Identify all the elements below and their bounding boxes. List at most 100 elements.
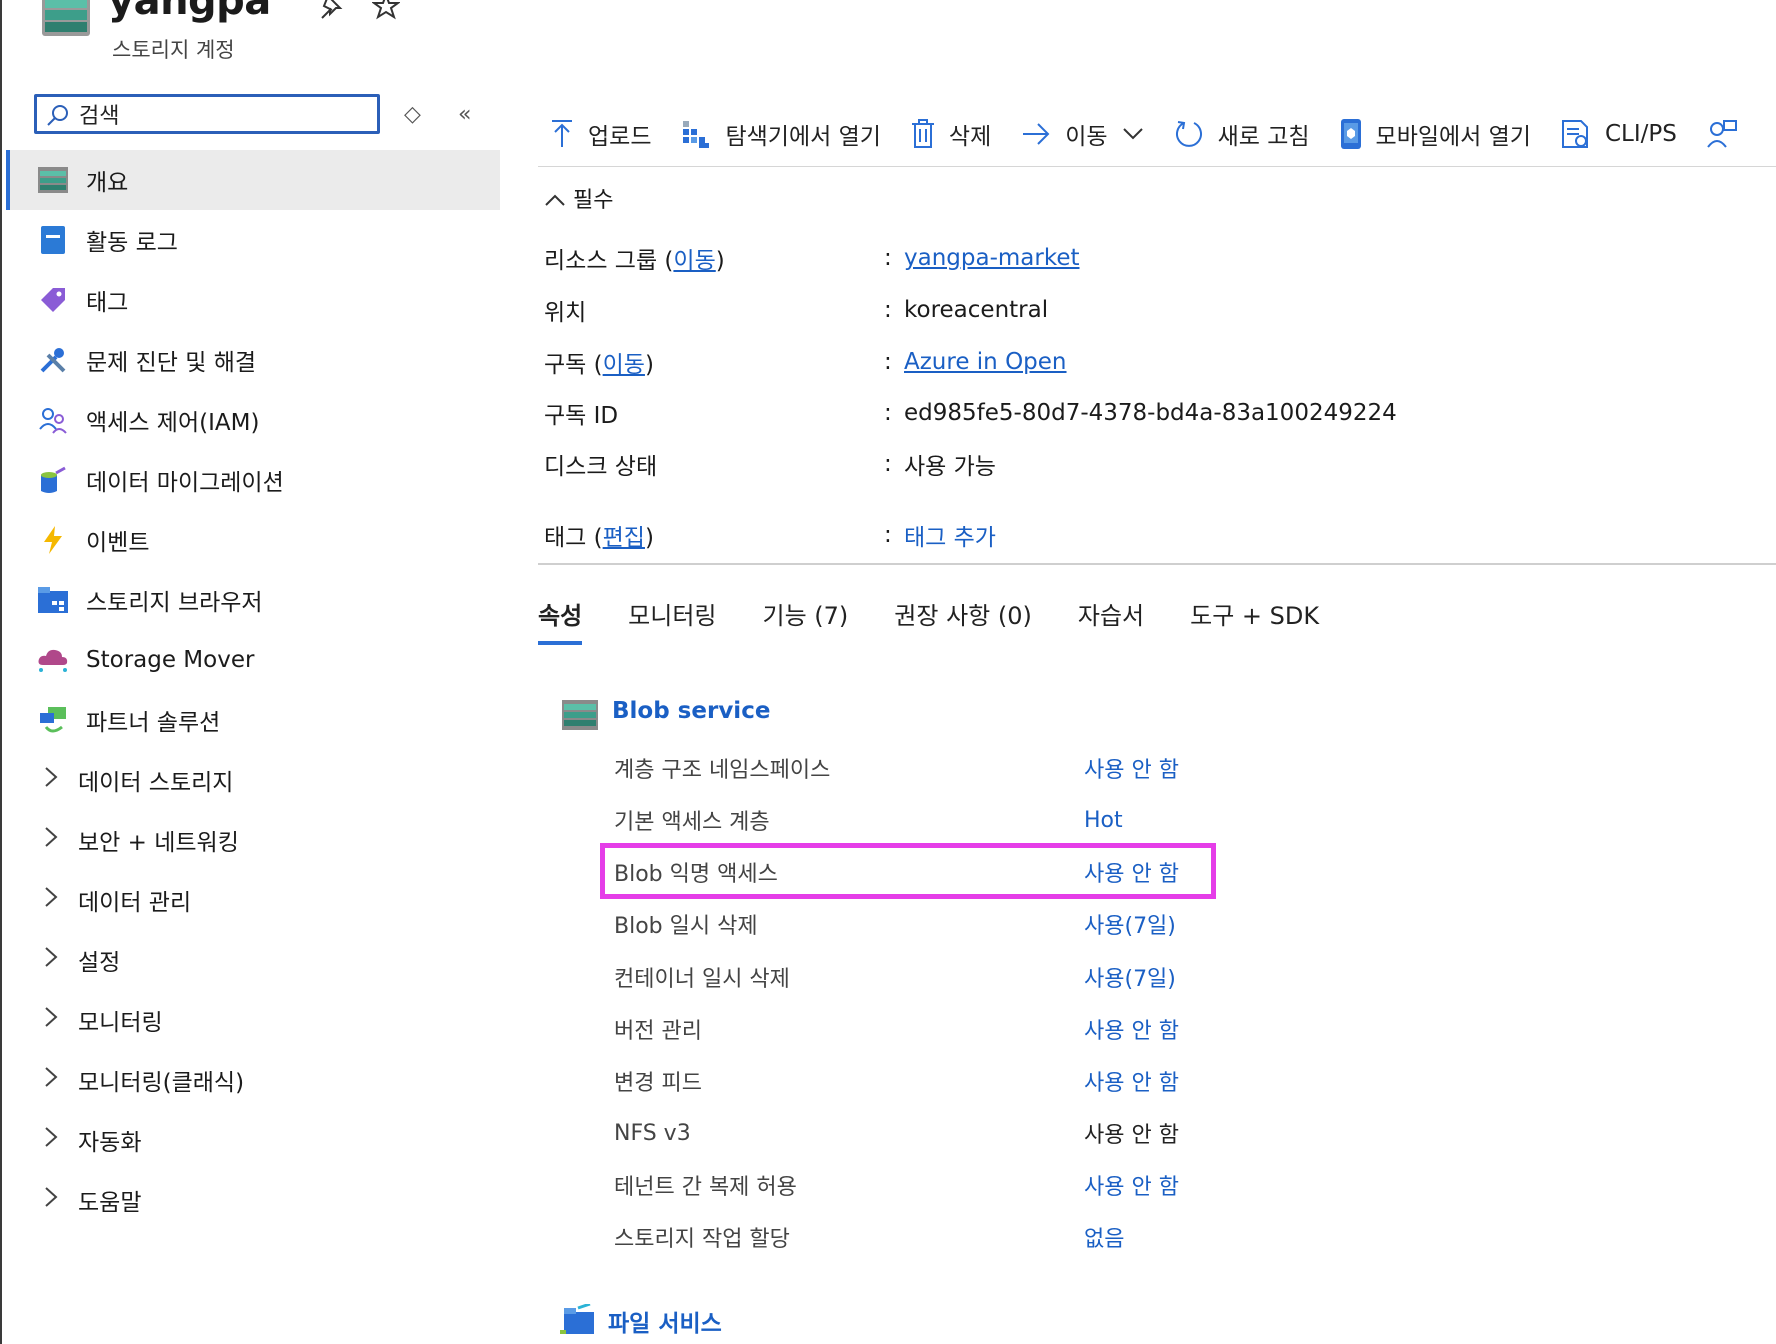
move-dropdown-button[interactable]: 이동 (1021, 117, 1143, 151)
sidebar-group-data-management[interactable]: 데이터 관리 (6, 870, 500, 930)
pin-icon[interactable] (318, 0, 346, 27)
disk-status-value: 사용 가능 (904, 454, 996, 480)
property-label: 계층 구조 네임스페이스 (614, 758, 831, 783)
essentials-toggle[interactable]: 필수 (544, 182, 613, 214)
sidebar-item-label: 모니터링(클래식) (78, 1070, 245, 1096)
open-in-explorer-label: 탐색기에서 열기 (725, 124, 881, 150)
toolbar-divider (538, 166, 1776, 167)
trash-icon (911, 119, 935, 149)
essentials-row-resource-group: 리소스 그룹 (이동) : yangpa-market (544, 238, 1744, 278)
sidebar-item-events[interactable]: 이벤트 (6, 510, 500, 570)
sidebar-item-label: 데이터 스토리지 (78, 770, 234, 796)
property-value-link[interactable]: 사용 안 함 (1084, 1065, 1179, 1097)
sidebar-item-label: 개요 (86, 170, 129, 196)
sidebar-item-activity-log[interactable]: 활동 로그 (6, 210, 500, 270)
subscription-link[interactable]: Azure in Open (904, 349, 1067, 375)
sidebar-item-iam[interactable]: 액세스 제어(IAM) (6, 390, 500, 450)
search-input[interactable] (79, 99, 369, 129)
tab-recommendations[interactable]: 권장 사항 (0) (894, 592, 1032, 645)
collapse-sidebar-icon[interactable]: « (458, 102, 471, 127)
open-in-explorer-button[interactable]: 탐색기에서 열기 (681, 117, 881, 151)
overview-tabs: 속성 모니터링 기능 (7) 권장 사항 (0) 자습서 도구 + SDK (538, 592, 1365, 645)
essentials-row-disk-status: 디스크 상태 : 사용 가능 (544, 444, 1744, 484)
property-label: NFS v3 (614, 1120, 691, 1146)
resource-group-link[interactable]: yangpa-market (904, 245, 1080, 271)
move-label: 이동 (1065, 124, 1108, 150)
tab-monitoring[interactable]: 모니터링 (628, 592, 716, 645)
sidebar-item-storage-browser[interactable]: 스토리지 브라우저 (6, 570, 500, 630)
open-in-mobile-button[interactable]: 모바일에서 열기 (1340, 117, 1531, 151)
refresh-icon (1174, 119, 1204, 149)
sidebar-group-automation[interactable]: 자동화 (6, 1110, 500, 1170)
sidebar-item-label: 데이터 마이그레이션 (86, 470, 284, 496)
blob-property-row: 컨테이너 일시 삭제 사용(7일) (614, 957, 1214, 997)
property-value-link[interactable]: Hot (1084, 808, 1123, 833)
file-service-icon (560, 1304, 594, 1334)
sidebar-group-monitoring-classic[interactable]: 모니터링(클래식) (6, 1050, 500, 1110)
sidebar-item-storage-mover[interactable]: Storage Mover (6, 630, 500, 690)
blob-property-row: Blob 일시 삭제 사용(7일) (614, 904, 1214, 944)
location-value: koreacentral (904, 297, 1049, 323)
sidebar-item-label: 도움말 (78, 1190, 142, 1216)
sidebar-item-label: 이벤트 (86, 530, 150, 556)
resource-group-move-link[interactable]: 이동 (673, 248, 715, 274)
tag-icon (36, 283, 70, 317)
chevron-right-icon (44, 886, 78, 914)
tab-tools-sdk[interactable]: 도구 + SDK (1190, 592, 1319, 645)
sidebar-item-label: 자동화 (78, 1130, 142, 1156)
property-value-link[interactable]: 사용 안 함 (1084, 1169, 1179, 1201)
favorite-star-icon[interactable] (370, 0, 402, 27)
refresh-button[interactable]: 새로 고침 (1174, 117, 1310, 151)
property-value-link[interactable]: 사용(7일) (1084, 908, 1176, 940)
tags-edit-link[interactable]: 편집 (603, 525, 645, 551)
sidebar-group-help[interactable]: 도움말 (6, 1170, 500, 1230)
sidebar-group-monitoring[interactable]: 모니터링 (6, 990, 500, 1050)
upload-label: 업로드 (588, 124, 652, 150)
feedback-button[interactable] (1707, 119, 1751, 149)
file-service-title[interactable]: 파일 서비스 (608, 1304, 722, 1338)
mobile-icon (1340, 118, 1362, 150)
blob-property-row: NFS v3 사용 안 함 (614, 1113, 1214, 1153)
search-box[interactable] (34, 94, 380, 134)
people-icon (36, 403, 70, 437)
property-label: 스토리지 작업 할당 (614, 1227, 790, 1252)
location-label: 위치 (544, 300, 587, 326)
property-label: 기본 액세스 계층 (614, 810, 770, 835)
chevron-right-icon (44, 1066, 78, 1094)
storage-account-icon (42, 0, 90, 36)
subscription-move-link[interactable]: 이동 (603, 352, 645, 378)
essentials-divider (538, 563, 1776, 565)
cli-ps-label: CLI/PS (1604, 121, 1677, 147)
sidebar-item-label: 활동 로그 (86, 230, 178, 256)
delete-button[interactable]: 삭제 (911, 117, 991, 151)
property-value-link[interactable]: 사용 안 함 (1084, 1013, 1179, 1045)
add-tags-link[interactable]: 태그 추가 (904, 518, 996, 552)
sidebar-item-tags[interactable]: 태그 (6, 270, 500, 330)
sidebar-item-label: 설정 (78, 950, 121, 976)
blob-service-title[interactable]: Blob service (612, 698, 770, 724)
sidebar-item-diagnose[interactable]: 문제 진단 및 해결 (6, 330, 500, 390)
sidebar-item-partner[interactable]: 파트너 솔루션 (6, 690, 500, 750)
sidebar-item-label: 데이터 관리 (78, 890, 192, 916)
sidebar-group-data-storage[interactable]: 데이터 스토리지 (6, 750, 500, 810)
page-subtitle: 스토리지 계정 (112, 38, 235, 62)
blob-property-row: 기본 액세스 계층 Hot (614, 800, 1214, 840)
sidebar-item-data-migration[interactable]: 데이터 마이그레이션 (6, 450, 500, 510)
more-options-button[interactable]: ··· (436, 0, 461, 14)
sidebar-group-settings[interactable]: 설정 (6, 930, 500, 990)
upload-button[interactable]: 업로드 (550, 117, 651, 151)
sidebar-group-security-networking[interactable]: 보안 + 네트워킹 (6, 810, 500, 870)
tab-properties[interactable]: 속성 (538, 592, 583, 645)
cli-ps-button[interactable]: CLI/PS (1561, 119, 1677, 149)
sidebar-item-overview[interactable]: 개요 (6, 150, 500, 210)
essentials-row-tags: 태그 (편집) : 태그 추가 (544, 515, 1744, 555)
command-bar: 업로드 탐색기에서 열기 삭제 이동 새로 고침 모바일에서 열기 CLI/PS (550, 112, 1776, 156)
sort-toggle-icon[interactable]: ◇ (404, 102, 421, 127)
tab-capabilities[interactable]: 기능 (7) (763, 592, 849, 645)
property-value-link[interactable]: 사용(7일) (1084, 961, 1176, 993)
property-value-link[interactable]: 사용 안 함 (1084, 752, 1179, 784)
tab-tutorials[interactable]: 자습서 (1078, 592, 1144, 645)
chevron-right-icon (44, 766, 78, 794)
chevron-right-icon (44, 1186, 78, 1214)
property-value-link[interactable]: 없음 (1084, 1221, 1124, 1253)
